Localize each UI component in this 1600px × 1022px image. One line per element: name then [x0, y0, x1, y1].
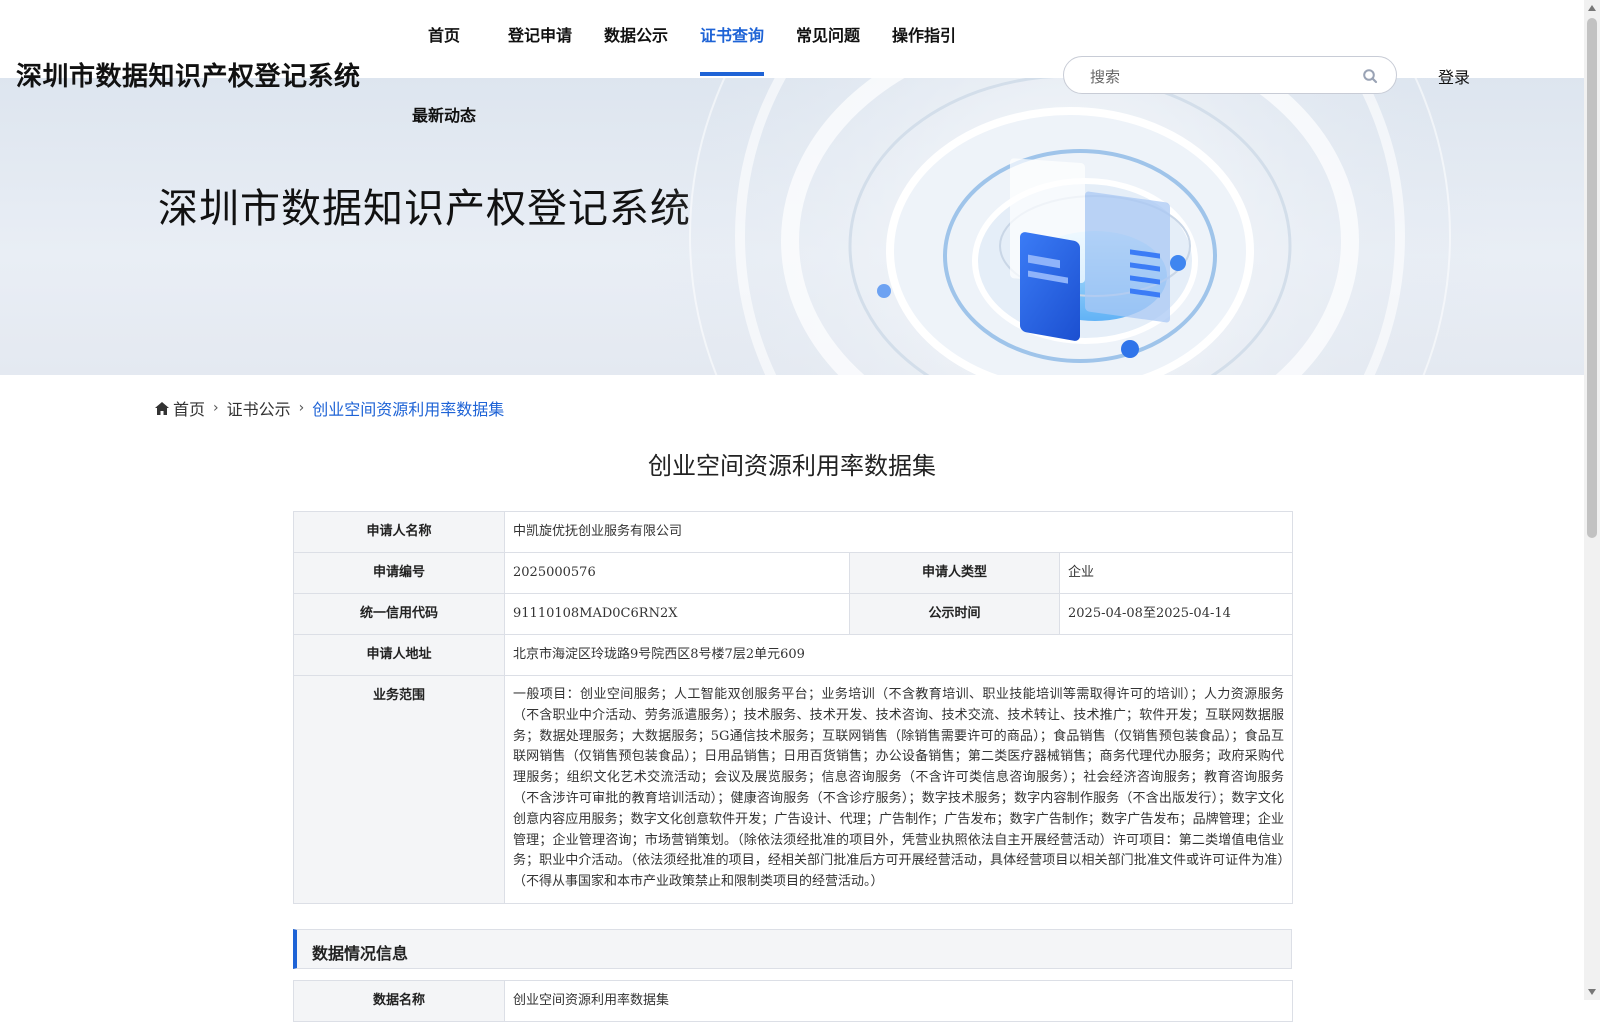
table-row: 申请人名称 中凯旋优抚创业服务有限公司 [293, 511, 1294, 553]
applicant-name-label: 申请人名称 [293, 511, 505, 553]
publicity-time-label: 公示时间 [849, 593, 1060, 635]
nav-home[interactable]: 首页 [428, 22, 460, 46]
search-box [1063, 56, 1397, 94]
applicant-name-value: 中凯旋优抚创业服务有限公司 [503, 511, 1294, 553]
nav-news[interactable]: 最新动态 [412, 102, 476, 126]
breadcrumb-home[interactable]: 首页 [173, 400, 205, 419]
business-scope-value: 一般项目：创业空间服务；人工智能双创服务平台；业务培训（不含教育培训、职业技能培… [503, 675, 1294, 904]
nav-data-publicity[interactable]: 数据公示 [604, 22, 668, 46]
vertical-scrollbar[interactable] [1584, 0, 1600, 1000]
business-scope-label: 业务范围 [293, 675, 505, 904]
data-name-value: 创业空间资源利用率数据集 [504, 980, 1293, 1022]
applicant-type-value: 企业 [1058, 552, 1294, 594]
nav-guide[interactable]: 操作指引 [892, 22, 956, 46]
table-row: 业务范围 一般项目：创业空间服务；人工智能双创服务平台；业务培训（不含教育培训、… [293, 675, 1294, 904]
table-row: 数据名称 创业空间资源利用率数据集 [293, 980, 1293, 1022]
scroll-down-arrow-icon[interactable] [1588, 989, 1596, 995]
login-link[interactable]: 登录 [1438, 64, 1470, 88]
scrollbar-thumb[interactable] [1587, 18, 1597, 538]
nav-active-indicator [700, 72, 764, 76]
credit-code-label: 统一信用代码 [293, 593, 505, 635]
data-info-section-header: 数据情况信息 [293, 929, 1292, 969]
breadcrumb: 首页 › 证书公示 › 创业空间资源利用率数据集 [155, 396, 504, 420]
search-input[interactable] [1088, 65, 1352, 89]
data-name-label: 数据名称 [293, 980, 505, 1022]
table-row: 申请人地址 北京市海淀区玲珑路9号院西区8号楼7层2单元609 [293, 634, 1294, 676]
home-icon [155, 401, 169, 415]
section-title: 数据情况信息 [312, 944, 409, 963]
nav-registration[interactable]: 登记申请 [508, 22, 572, 46]
nav-faq[interactable]: 常见问题 [796, 22, 860, 46]
chevron-right-icon: › [298, 400, 305, 416]
data-info-table: 数据名称 创业空间资源利用率数据集 [293, 980, 1293, 1022]
data-platform-illustration [650, 76, 1490, 375]
application-no-label: 申请编号 [293, 552, 505, 594]
credit-code-value: 91110108MAD0C6RN2X [504, 593, 850, 635]
search-icon[interactable] [1362, 68, 1378, 84]
breadcrumb-current: 创业空间资源利用率数据集 [312, 400, 505, 419]
publicity-time-value: 2025-04-08至2025-04-14 [1058, 593, 1294, 635]
nav-certificate-query[interactable]: 证书查询 [700, 22, 764, 46]
table-row: 申请编号 2025000576 申请人类型 企业 [293, 552, 1294, 594]
table-row: 统一信用代码 91110108MAD0C6RN2X 公示时间 2025-04-0… [293, 593, 1294, 635]
chevron-right-icon: › [213, 400, 219, 416]
page-title: 创业空间资源利用率数据集 [648, 452, 936, 480]
scroll-up-arrow-icon[interactable] [1588, 5, 1596, 11]
applicant-type-label: 申请人类型 [849, 552, 1060, 594]
address-value: 北京市海淀区玲珑路9号院西区8号楼7层2单元609 [503, 634, 1294, 676]
site-title[interactable]: 深圳市数据知识产权登记系统 [16, 56, 361, 93]
address-label: 申请人地址 [293, 634, 505, 676]
application-no-value: 2025000576 [504, 552, 850, 594]
breadcrumb-certificate-publicity[interactable]: 证书公示 [227, 400, 291, 419]
hero-banner: 深圳市数据知识产权登记系统 [0, 76, 1584, 375]
applicant-info-table: 申请人名称 中凯旋优抚创业服务有限公司 申请编号 2025000576 申请人类… [293, 511, 1294, 904]
